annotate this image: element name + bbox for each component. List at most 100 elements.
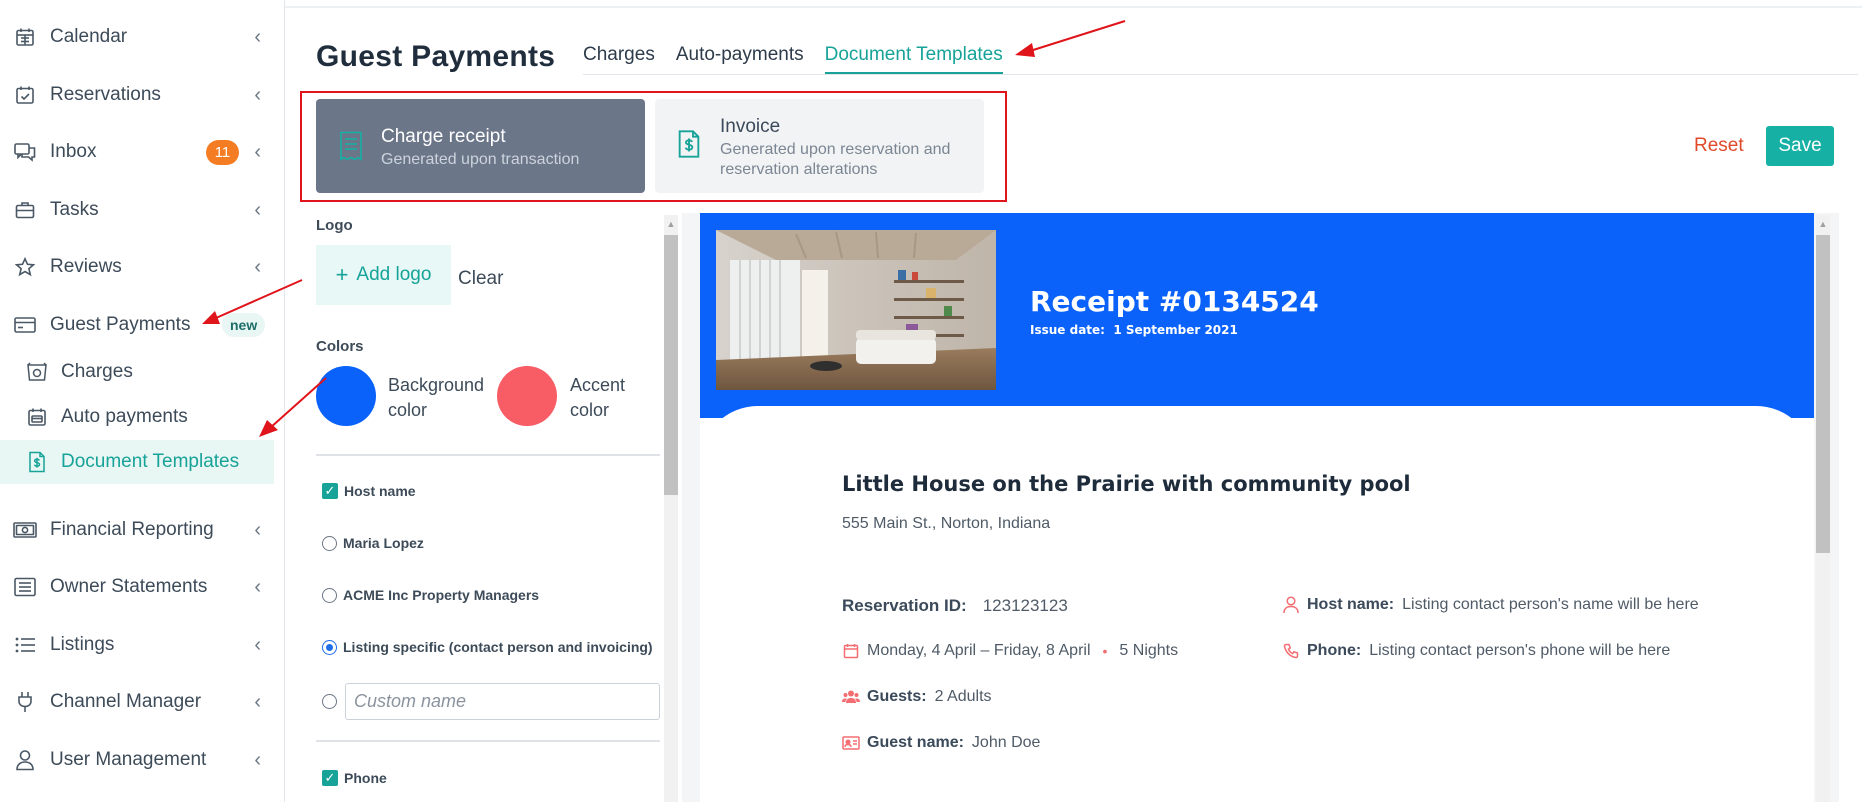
receipt-title: Receipt #0134524 bbox=[1030, 285, 1319, 318]
list-doc-icon bbox=[12, 574, 38, 600]
credit-card-icon bbox=[12, 312, 38, 338]
new-badge: new bbox=[222, 313, 266, 337]
tab-charges[interactable]: Charges bbox=[583, 44, 655, 74]
radio-button bbox=[322, 694, 337, 709]
reset-button[interactable]: Reset bbox=[1680, 126, 1758, 166]
sidebar-item-label: User Management bbox=[50, 749, 207, 770]
calendar-icon bbox=[12, 24, 38, 50]
add-logo-button[interactable]: + Add logo bbox=[316, 245, 451, 305]
background-color-swatch[interactable] bbox=[316, 366, 376, 426]
host-option-radio[interactable]: ACME Inc Property Managers bbox=[322, 587, 539, 603]
plug-icon bbox=[12, 689, 38, 715]
chevron-left-icon: ‹ bbox=[254, 198, 261, 221]
sidebar-item-user-management[interactable]: User Management ‹ bbox=[0, 738, 285, 782]
host-option-label: Listing specific (contact person and inv… bbox=[343, 639, 653, 655]
guests-row: Guests: 2 Adults bbox=[842, 688, 992, 706]
tab-auto-payments[interactable]: Auto-payments bbox=[676, 44, 804, 74]
phone-checkbox[interactable]: ✓ Phone bbox=[322, 770, 387, 786]
guests-label: Guests: bbox=[867, 688, 927, 705]
chevron-left-icon: ‹ bbox=[254, 83, 261, 106]
sidebar-item-label: Listings bbox=[50, 634, 115, 655]
host-option-radio[interactable]: Maria Lopez bbox=[322, 535, 424, 551]
radio-button bbox=[322, 587, 337, 603]
calendar-check-icon bbox=[12, 82, 38, 108]
settings-scrollbar-thumb[interactable] bbox=[664, 235, 678, 495]
sidebar-item-label: Tasks bbox=[50, 199, 99, 220]
chat-icon bbox=[12, 139, 38, 165]
sidebar-item-tasks[interactable]: Tasks ‹ bbox=[0, 188, 285, 232]
phone-value: Listing contact person's phone will be h… bbox=[1369, 642, 1671, 659]
sidebar-item-label: Reviews bbox=[50, 256, 122, 277]
receipt-header: Receipt #0134524 Issue date: 1 September… bbox=[700, 213, 1814, 418]
chevron-left-icon: ‹ bbox=[254, 25, 261, 48]
dollar-document-icon bbox=[677, 129, 703, 159]
host-option-label: Maria Lopez bbox=[343, 535, 424, 551]
radio-button-checked bbox=[322, 639, 337, 655]
chevron-left-icon: ‹ bbox=[254, 633, 261, 656]
dollar-document-icon bbox=[24, 449, 50, 475]
section-divider bbox=[316, 740, 660, 742]
sidebar-item-reservations[interactable]: Reservations ‹ bbox=[0, 73, 285, 117]
sidebar-item-reviews[interactable]: Reviews ‹ bbox=[0, 245, 285, 289]
chevron-left-icon: ‹ bbox=[254, 518, 261, 541]
custom-name-input[interactable] bbox=[345, 683, 660, 720]
chevron-left-icon: ‹ bbox=[254, 690, 261, 713]
sidebar-item-calendar[interactable]: Calendar ‹ bbox=[0, 15, 285, 59]
sidebar-item-inbox[interactable]: Inbox 11 ‹ bbox=[0, 130, 285, 174]
tabs-divider bbox=[583, 74, 1858, 75]
scroll-up-icon[interactable]: ▲ bbox=[664, 217, 678, 231]
template-card-charge-receipt[interactable]: Charge receipt Generated upon transactio… bbox=[316, 99, 645, 193]
calendar-card-icon bbox=[24, 404, 50, 430]
calendar-icon bbox=[842, 642, 860, 660]
custom-name-radio[interactable] bbox=[322, 694, 337, 709]
host-name-label: Host name: bbox=[1307, 596, 1395, 613]
preview-scrollbar-thumb[interactable] bbox=[1816, 235, 1830, 553]
sidebar-item-owner-statements[interactable]: Owner Statements ‹ bbox=[0, 565, 285, 609]
stay-dates: Monday, 4 April – Friday, 8 April bbox=[867, 642, 1091, 659]
host-name-value: Listing contact person's name will be he… bbox=[1402, 596, 1699, 613]
sidebar-subitem-document-templates[interactable]: Document Templates bbox=[0, 440, 274, 484]
guest-name-value: John Doe bbox=[971, 734, 1041, 751]
clear-logo-link[interactable]: Clear bbox=[458, 268, 503, 290]
template-subtitle: Generated upon transaction bbox=[381, 151, 580, 168]
phone-checkbox-label: Phone bbox=[344, 770, 387, 786]
accent-color-label: Accent color bbox=[570, 373, 625, 423]
host-name-checkbox[interactable]: ✓ Host name bbox=[322, 483, 416, 499]
chevron-left-icon: ‹ bbox=[254, 575, 261, 598]
sidebar-item-label: Owner Statements bbox=[50, 576, 208, 597]
top-divider bbox=[285, 6, 1862, 8]
money-icon bbox=[12, 517, 38, 543]
settings-panel: Logo + Add logo Clear Colors Background … bbox=[300, 213, 684, 802]
checkmark-icon: ✓ bbox=[322, 770, 338, 786]
host-option-label: ACME Inc Property Managers bbox=[343, 587, 540, 603]
sidebar-item-financial-reporting[interactable]: Financial Reporting ‹ bbox=[0, 508, 285, 552]
receipt-icon bbox=[24, 359, 50, 385]
chevron-left-icon: ‹ bbox=[254, 748, 261, 771]
sidebar-item-guest-payments[interactable]: Guest Payments new bbox=[0, 303, 285, 347]
host-name-row: Host name: Listing contact person's name… bbox=[1282, 596, 1699, 614]
guest-name-label: Guest name: bbox=[867, 734, 964, 751]
save-button[interactable]: Save bbox=[1766, 126, 1834, 166]
accent-color-label-line1: Accent bbox=[570, 375, 626, 395]
phone-row: Phone: Listing contact person's phone wi… bbox=[1282, 642, 1670, 660]
host-option-radio-selected[interactable]: Listing specific (contact person and inv… bbox=[322, 639, 653, 655]
host-name-checkbox-label: Host name bbox=[344, 483, 416, 499]
sidebar-item-listings[interactable]: Listings ‹ bbox=[0, 623, 285, 667]
tab-document-templates[interactable]: Document Templates bbox=[824, 44, 1003, 74]
accent-color-swatch[interactable] bbox=[497, 366, 557, 426]
sidebar-item-channel-manager[interactable]: Channel Manager ‹ bbox=[0, 680, 285, 724]
guests-value: 2 Adults bbox=[934, 688, 992, 705]
scroll-up-icon[interactable]: ▲ bbox=[1816, 217, 1830, 231]
sidebar-subitem-auto-payments[interactable]: Auto payments bbox=[0, 395, 274, 439]
listing-address: 555 Main St., Norton, Indiana bbox=[842, 515, 1051, 532]
background-color-label: Background color bbox=[388, 373, 484, 423]
template-card-invoice[interactable]: Invoice Generated upon reservation and r… bbox=[655, 99, 984, 193]
chevron-left-icon: ‹ bbox=[254, 140, 261, 163]
sidebar-subitem-charges[interactable]: Charges bbox=[0, 350, 274, 394]
reservation-id-label: Reservation ID: bbox=[842, 596, 967, 615]
section-divider bbox=[316, 454, 660, 456]
phone-icon bbox=[1282, 642, 1300, 660]
users-icon bbox=[842, 688, 860, 706]
sidebar-item-label: Charges bbox=[61, 361, 133, 382]
tab-bar: Charges Auto-payments Document Templates bbox=[583, 44, 1024, 74]
